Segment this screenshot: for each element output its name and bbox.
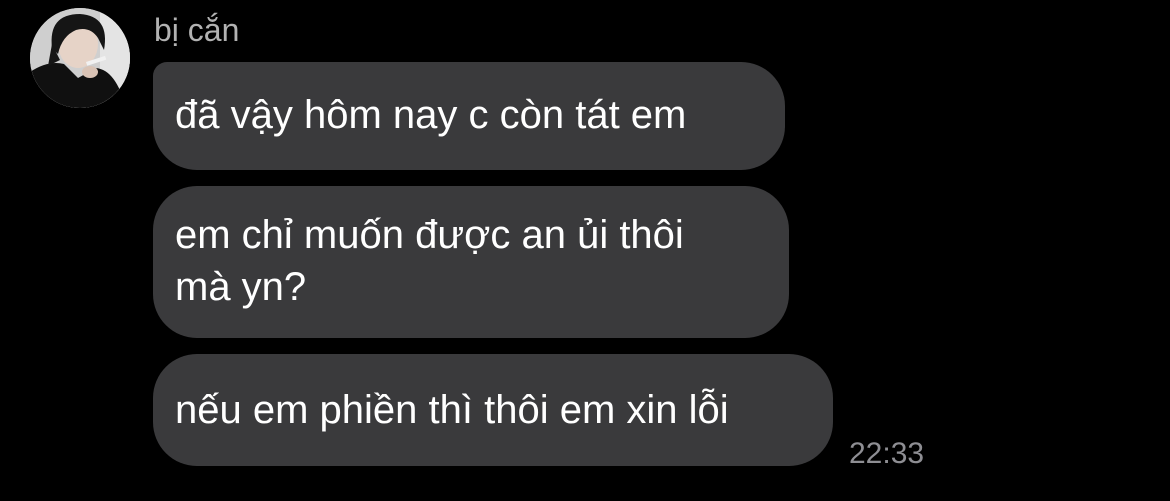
message-bubble[interactable]: em chỉ muốn được an ủi thôi mà yn? [153, 186, 789, 338]
sender-avatar[interactable] [30, 8, 130, 108]
message-bubble[interactable]: nếu em phiền thì thôi em xin lỗi [153, 354, 833, 466]
message-bubble[interactable]: đã vậy hôm nay c còn tát em [153, 62, 785, 170]
sender-name: bị cắn [154, 12, 240, 48]
message-timestamp: 22:33 [849, 437, 925, 470]
profile-photo-icon [30, 8, 130, 108]
